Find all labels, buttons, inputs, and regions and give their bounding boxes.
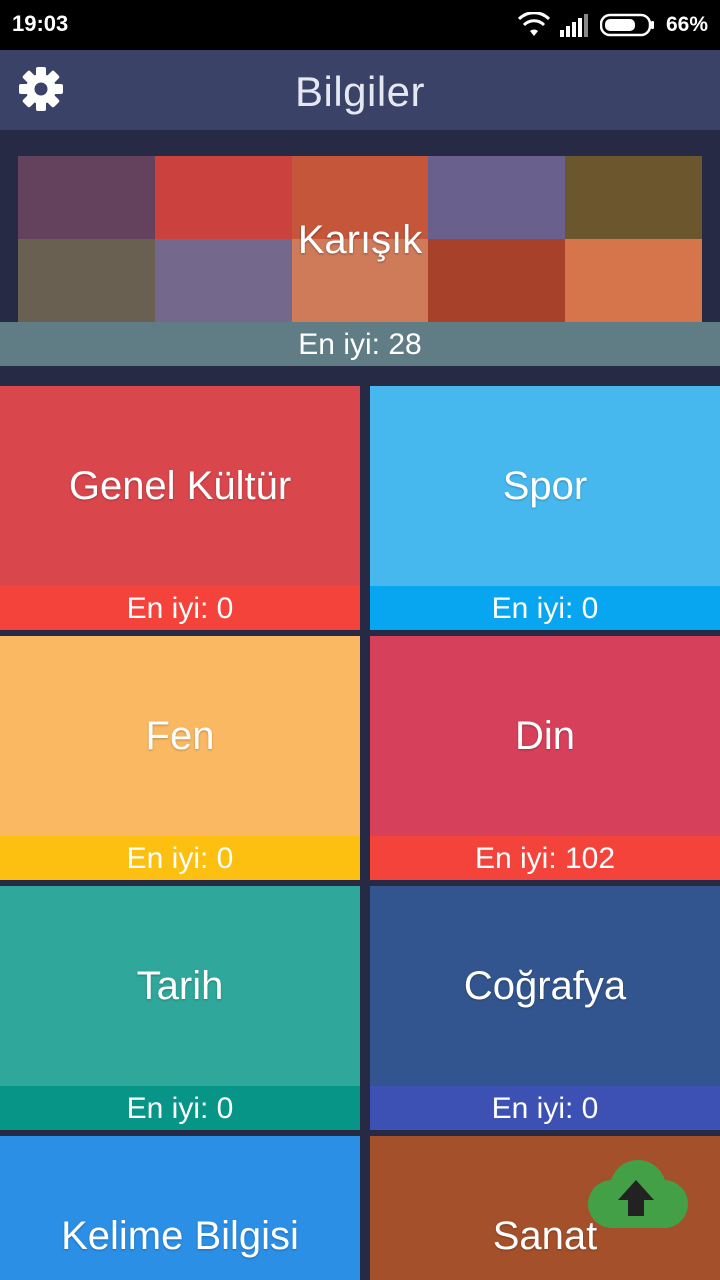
battery-percent: 66% [665,13,708,36]
wifi-icon [517,12,550,36]
category-title: Kelime Bilgisi [61,1214,299,1258]
category-score: En iyi: 0 [370,1086,720,1130]
category-score: En iyi: 0 [0,836,360,880]
category-score: En iyi: 0 [0,586,360,630]
signal-icon [559,14,588,37]
category-tile-din[interactable]: Din En iyi: 102 [370,636,720,880]
category-tile-tarih[interactable]: Tarih En iyi: 0 [0,886,360,1130]
featured-score: En iyi: 28 [0,322,720,366]
status-time: 19:03 [12,11,69,36]
app-bar: Bilgiler [0,50,720,130]
category-tile-cografya[interactable]: Coğrafya En iyi: 0 [370,886,720,1130]
status-icons: 66% [517,8,708,42]
category-score: En iyi: 102 [370,836,720,880]
category-tile-fen[interactable]: Fen En iyi: 0 [0,636,360,880]
category-title: Fen [145,714,215,758]
category-title: Din [514,714,576,758]
featured-title: Karışık [297,218,423,262]
category-title: Genel Kültür [68,464,292,508]
category-tile-kelime-bilgisi[interactable]: Kelime Bilgisi [0,1136,360,1280]
status-bar: 19:03 66% [0,0,720,50]
category-tile-spor[interactable]: Spor En iyi: 0 [370,386,720,630]
category-title: Coğrafya [463,964,627,1008]
category-score: En iyi: 0 [0,1086,360,1130]
battery-icon [599,13,654,37]
page-title: Bilgiler [294,68,426,115]
category-title: Spor [502,464,588,508]
cloud-upload-icon[interactable] [582,1158,690,1234]
featured-category-tile[interactable]: Karışık [18,156,702,322]
category-score: En iyi: 0 [370,586,720,630]
category-title: Tarih [136,964,224,1008]
category-tile-genel-kultur[interactable]: Genel Kültür En iyi: 0 [0,386,360,630]
